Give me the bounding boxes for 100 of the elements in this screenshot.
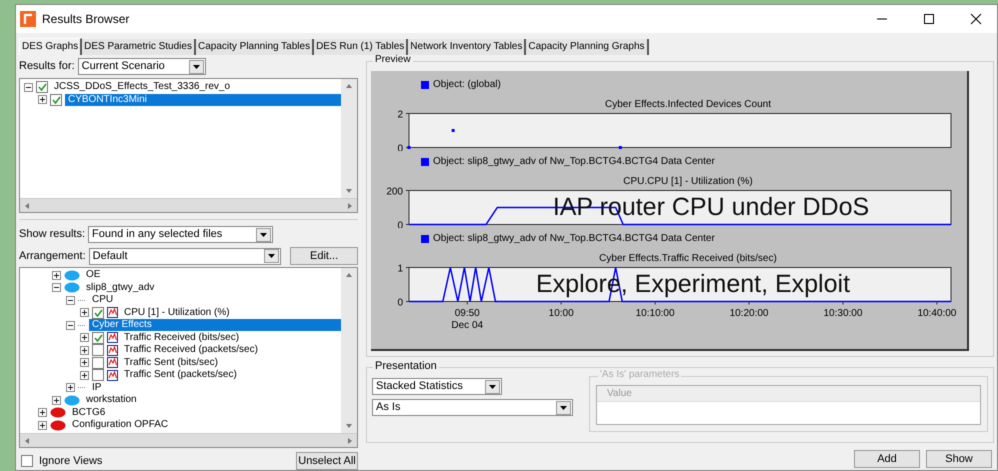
expand-icon[interactable] [38,420,47,430]
y-tick-label: 0 [397,298,404,308]
scrollbar[interactable] [20,198,357,212]
y-tick: 200 [386,186,410,198]
checkbox[interactable] [92,332,104,344]
data-point [452,129,455,132]
data-point [408,146,410,149]
expand-icon[interactable] [52,270,61,280]
tree-item[interactable]: Cyber Effects [89,319,341,332]
date-label: Dec 04 [451,320,484,331]
expand-icon[interactable] [80,370,89,380]
unselect-all-button[interactable]: Unselect All [296,452,358,470]
x-tick-label: 10:40:00 [917,308,957,319]
presentation-title: Presentation [373,361,439,372]
tab[interactable]: DES Run (1) Tables [314,39,408,55]
checkbox[interactable] [92,369,104,382]
scrollbar[interactable] [20,433,357,447]
tab[interactable]: Capacity Planning Tables [196,39,314,55]
checkbox[interactable] [92,306,104,319]
dropdown[interactable]: As Is [372,399,573,416]
x-tick-label: 10:20:00 [730,308,769,319]
checkbox[interactable] [92,344,104,356]
app-icon [20,11,36,27]
tree-item[interactable]: slip8_gtwy_adv [83,282,158,294]
dropdown[interactable]: Found in any selected files [88,226,274,243]
expand-icon[interactable] [80,333,89,342]
tab[interactable]: Network Inventory Tables [408,39,526,55]
close-icon[interactable] [970,13,982,25]
graph-icon [107,357,118,368]
graph-icon [107,344,118,356]
edit-button[interactable]: Edit... [290,247,358,265]
collapse-icon[interactable] [66,320,75,330]
graph-icon [107,370,118,381]
x-tick-label: 09:50 [454,308,480,319]
collapse-icon[interactable] [52,283,61,292]
window-title: Results Browser [42,11,130,28]
y-tick: 0 [397,298,410,308]
chart-title: Cyber Effects.Traffic Received (bits/sec) [598,254,778,264]
show-button[interactable]: Show [926,450,992,468]
expand-icon[interactable] [80,308,89,318]
scrollbar[interactable] [341,268,357,433]
expand-icon[interactable] [38,95,47,104]
tree-item[interactable]: CYBONTInc3Mini [65,94,341,106]
checkbox[interactable] [36,81,48,94]
tree-item[interactable]: Configuration OPFAC [69,419,172,432]
collapse-icon[interactable] [24,82,33,92]
graph-icon [107,332,118,344]
dropdown[interactable]: Current Scenario [78,58,206,75]
tree-line-icon [78,386,86,390]
tree-line-icon [78,324,86,327]
checkbox[interactable] [92,356,104,369]
expand-icon[interactable] [52,396,61,405]
tree-item[interactable]: Traffic Sent (bits/sec) [121,356,221,369]
x-tick: 09:50 [454,301,480,319]
tab[interactable]: Capacity Planning Graphs [526,39,649,55]
expand-icon[interactable] [80,358,89,368]
legend-label: Object: (global) [433,80,501,90]
y-tick-label: 2 [397,110,404,120]
y-tick: 1 [397,264,410,274]
preview-title: Preview [373,55,413,65]
x-tick-label: 10:00 [548,308,574,319]
x-tick-label: 10:10:00 [636,308,676,319]
chart-title: Cyber Effects.Infected Devices Count [604,100,772,110]
expand-icon[interactable] [80,346,89,355]
expand-icon[interactable] [66,383,75,392]
x-tick: 10:10:00 [636,301,675,319]
caret-icon [192,64,200,68]
tab[interactable]: DES Parametric Studies [82,39,196,55]
tab[interactable]: DES Graphs [19,38,82,55]
results-for-label: Results for: [19,61,75,72]
caret-icon [560,406,567,410]
tree-item[interactable]: workstation [83,394,140,406]
add-button[interactable]: Add [854,450,920,468]
dropdown[interactable]: Default [88,248,282,264]
maximize-icon[interactable] [923,13,935,25]
checkbox[interactable] [50,94,62,106]
legend-label: Object: slip8_gtwy_adv of Nw_Top.BCTG4.BCTG4 Data Center [433,234,715,244]
expand-icon[interactable] [38,408,47,418]
tree-item[interactable]: JCSS_DDoS_Effects_Test_3336_rev_o [51,81,234,94]
x-tick: 10:00 [548,301,574,319]
tree-item[interactable]: OE [83,269,104,282]
tree-item[interactable]: CPU [1] - Utilization (%) [121,306,233,319]
x-tick: 10:20:00 [730,301,768,319]
y-tick: 2 [397,110,410,120]
tree-item[interactable]: BCTG6 [69,406,108,419]
tree-line-icon [78,298,86,302]
show-results-label: Show results: [19,229,86,240]
tree-item[interactable]: IP [89,382,104,394]
checkbox[interactable] [21,455,33,467]
chart-title: CPU.CPU [1] - Utilization (%) [622,177,754,187]
check-icon [94,308,102,317]
ignore-views-label: Ignore Views [39,456,102,466]
collapse-icon[interactable] [66,296,75,305]
dropdown[interactable]: Stacked Statistics [372,378,502,395]
scrollbar[interactable] [341,79,357,198]
tree-item[interactable]: Traffic Sent (packets/sec) [121,369,240,382]
tree-item[interactable]: Traffic Received (packets/sec) [121,344,261,356]
caret-icon [489,384,496,388]
tree-item[interactable]: Traffic Received (bits/sec) [121,332,242,344]
tree-item[interactable]: CPU [89,294,116,306]
